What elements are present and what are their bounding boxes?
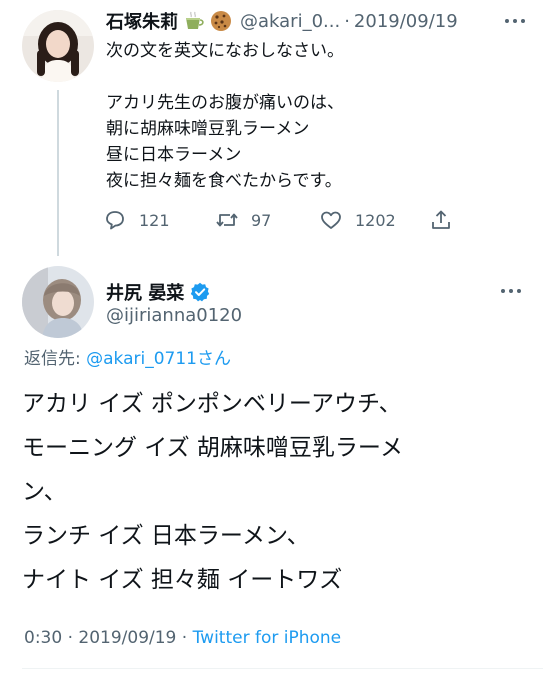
like-count: 1202 xyxy=(355,210,396,230)
parent-tweet-header: 石塚朱莉 @akari_0... · 2019/09/19 xyxy=(106,8,458,34)
cookie-icon xyxy=(211,11,231,31)
verified-badge-icon xyxy=(191,282,210,302)
reply-button[interactable]: 121 xyxy=(103,205,170,235)
text-line: アカリ先生のお腹が痛いのは、 xyxy=(106,93,344,113)
reply-author-avatar[interactable] xyxy=(22,266,94,338)
retweet-icon xyxy=(216,213,238,227)
tweet-action-bar: 121 97 1202 xyxy=(103,205,463,235)
replying-to: 返信先: @akari_0711さん xyxy=(24,344,231,369)
text-line: 朝に胡麻味噌豆乳ラーメン xyxy=(106,119,310,139)
parent-display-name[interactable]: 石塚朱莉 xyxy=(106,8,178,34)
replying-to-mention[interactable]: @akari_0711さん xyxy=(86,349,231,369)
text-line: 夜に担々麺を食べたからです。 xyxy=(106,171,342,191)
header-separator: · xyxy=(344,10,350,32)
reply-display-name[interactable]: 井尻 晏菜 xyxy=(106,279,184,305)
reply-handle[interactable]: @ijirianna0120 xyxy=(106,305,242,326)
reply-name-row: 井尻 晏菜 xyxy=(106,279,210,305)
parent-tweet-text: 次の文を英文になおしなさい。 アカリ先生のお腹が痛いのは、 朝に胡麻味噌豆乳ラー… xyxy=(106,38,526,194)
reply-icon xyxy=(106,211,124,230)
retweet-button[interactable]: 97 xyxy=(215,205,271,235)
text-line: アカリ イズ ポンポンベリーアウチ、 xyxy=(22,391,402,417)
text-line: モーニング イズ 胡麻味噌豆乳ラーメ xyxy=(22,435,404,461)
text-line: 昼に日本ラーメン xyxy=(106,145,242,165)
text-line: ナイト イズ 担々麺 イートワズ xyxy=(22,567,343,593)
more-options-icon[interactable] xyxy=(500,287,522,295)
timestamp-time[interactable]: 0:30 · 2019/09/19 · xyxy=(24,628,193,648)
more-options-icon[interactable] xyxy=(504,17,526,25)
share-icon xyxy=(432,210,450,229)
parent-author-avatar[interactable] xyxy=(22,10,94,82)
like-button[interactable]: 1202 xyxy=(319,205,396,235)
share-button[interactable] xyxy=(429,205,465,235)
like-icon xyxy=(321,211,341,229)
tea-icon xyxy=(186,11,204,29)
text-line-blank xyxy=(106,64,526,90)
retweet-count: 97 xyxy=(251,210,272,230)
divider xyxy=(22,668,543,669)
parent-date[interactable]: 2019/09/19 xyxy=(354,11,458,32)
reply-tweet-text: アカリ イズ ポンポンベリーアウチ、 モーニング イズ 胡麻味噌豆乳ラーメ ン、… xyxy=(22,382,532,602)
tweet-source-link[interactable]: Twitter for iPhone xyxy=(193,628,342,648)
thread-connector-line xyxy=(57,90,59,256)
parent-handle[interactable]: @akari_0... xyxy=(240,11,340,32)
reply-count: 121 xyxy=(139,210,170,230)
text-line: 次の文を英文になおしなさい。 xyxy=(106,41,344,61)
replying-to-label: 返信先: xyxy=(24,349,87,369)
tweet-timestamp: 0:30 · 2019/09/19 · Twitter for iPhone xyxy=(24,628,341,648)
text-line: ランチ イズ 日本ラーメン、 xyxy=(22,523,310,549)
text-line: ン、 xyxy=(22,479,67,505)
